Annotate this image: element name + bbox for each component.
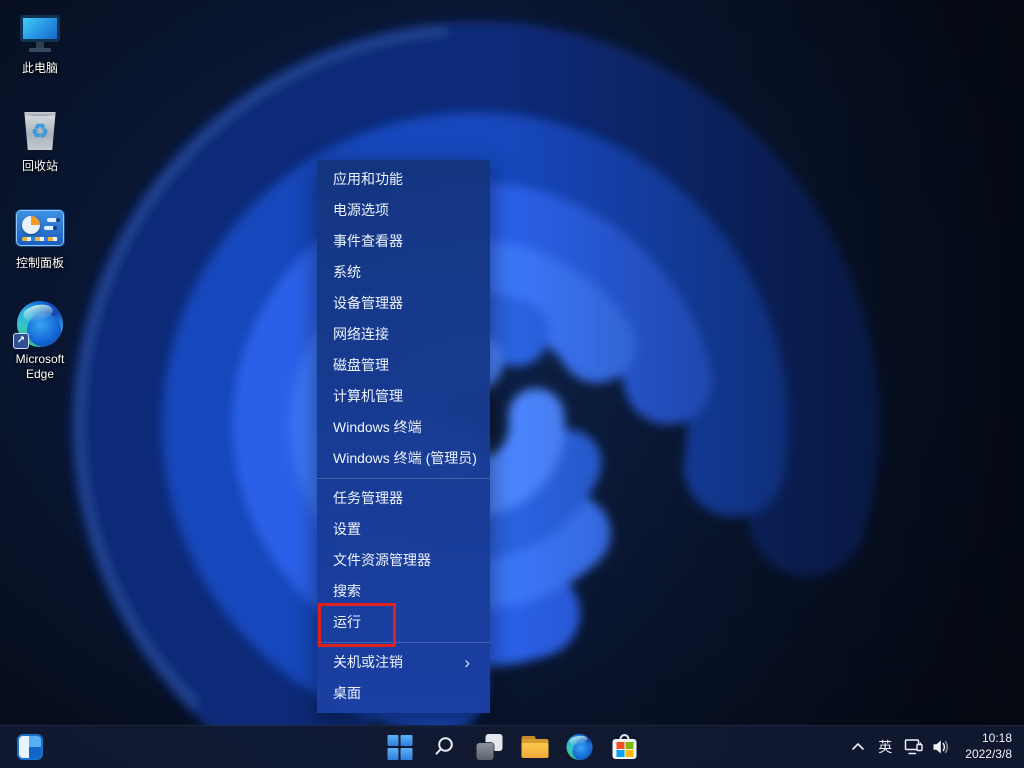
this-pc-icon — [16, 10, 64, 56]
taskbar: 英 10:18 2022/3/8 — [0, 725, 1024, 768]
clock-date: 2022/3/8 — [965, 747, 1012, 761]
menu-item-windows-terminal-admin[interactable]: Windows 终端 (管理员) — [317, 443, 490, 474]
edge-icon: ↗ — [13, 301, 64, 349]
desktop-icon-control-panel[interactable]: 控制面板 — [2, 205, 78, 271]
desktop-icon-label: Microsoft Edge — [15, 352, 65, 381]
windows-logo-icon — [387, 734, 412, 760]
windows-11-desktop: 此电脑 ♻ 回收站 控制面板 ↗ Microsoft Edge 应用和功能 电源… — [0, 0, 1024, 768]
menu-item-run[interactable]: 运行 — [317, 603, 490, 647]
file-explorer-button[interactable] — [515, 727, 555, 767]
winx-context-menu: 应用和功能 电源选项 事件查看器 系统 设备管理器 网络连接 磁盘管理 计算机管… — [317, 160, 490, 713]
widgets-button[interactable] — [10, 727, 50, 767]
hidden-icons-button[interactable] — [844, 729, 872, 765]
search-button[interactable] — [425, 727, 465, 767]
menu-item-computer-management[interactable]: 计算机管理 — [317, 381, 490, 412]
menu-item-windows-terminal[interactable]: Windows 终端 — [317, 412, 490, 443]
file-explorer-icon — [521, 736, 548, 758]
edge-button[interactable] — [560, 727, 600, 767]
start-button[interactable] — [380, 727, 420, 767]
store-button[interactable] — [605, 727, 645, 767]
search-icon — [435, 737, 453, 755]
menu-item-apps-and-features[interactable]: 应用和功能 — [317, 164, 490, 195]
menu-item-power-options[interactable]: 电源选项 — [317, 195, 490, 226]
wallpaper-bloom — [0, 0, 1024, 768]
edge-icon — [566, 734, 593, 760]
menu-separator — [317, 642, 490, 643]
menu-item-shutdown-or-sign-out[interactable]: 关机或注销 › — [317, 647, 490, 678]
microsoft-store-icon — [612, 734, 638, 760]
menu-item-network-connections[interactable]: 网络连接 — [317, 319, 490, 350]
menu-separator — [317, 478, 490, 479]
control-panel-icon — [16, 205, 64, 251]
network-volume-button[interactable] — [898, 729, 957, 765]
menu-item-settings[interactable]: 设置 — [317, 514, 490, 545]
desktop-icon-label: 回收站 — [21, 159, 58, 173]
volume-icon — [933, 740, 949, 754]
widgets-icon — [17, 734, 43, 760]
chevron-up-icon — [852, 743, 865, 750]
recycle-bin-icon: ♻ — [16, 108, 64, 154]
menu-item-desktop[interactable]: 桌面 — [317, 678, 490, 709]
menu-item-disk-management[interactable]: 磁盘管理 — [317, 350, 490, 381]
menu-item-file-explorer[interactable]: 文件资源管理器 — [317, 545, 490, 576]
desktop-icon-label: 此电脑 — [21, 61, 58, 75]
menu-item-device-manager[interactable]: 设备管理器 — [317, 288, 490, 319]
menu-item-system[interactable]: 系统 — [317, 257, 490, 288]
menu-item-search[interactable]: 搜索 — [317, 576, 490, 607]
network-ethernet-icon — [905, 739, 923, 755]
clock[interactable]: 10:18 2022/3/8 — [957, 729, 1020, 765]
submenu-arrow-icon: › — [464, 653, 470, 672]
system-tray: 英 10:18 2022/3/8 — [844, 726, 1020, 768]
menu-item-event-viewer[interactable]: 事件查看器 — [317, 226, 490, 257]
menu-item-task-manager[interactable]: 任务管理器 — [317, 483, 490, 514]
ime-indicator[interactable]: 英 — [872, 729, 898, 765]
desktop-icon-microsoft-edge[interactable]: ↗ Microsoft Edge — [2, 301, 78, 382]
taskbar-center-icons — [380, 727, 645, 767]
recycle-glyph: ♻ — [31, 121, 49, 143]
desktop-icon-label: 控制面板 — [15, 256, 64, 270]
shortcut-arrow-icon: ↗ — [13, 333, 29, 349]
desktop-icon-recycle-bin[interactable]: ♻ 回收站 — [2, 108, 78, 174]
desktop-icon-this-pc[interactable]: 此电脑 — [2, 10, 78, 76]
task-view-button[interactable] — [470, 727, 510, 767]
clock-time: 10:18 — [981, 731, 1012, 746]
task-view-icon — [476, 734, 503, 760]
